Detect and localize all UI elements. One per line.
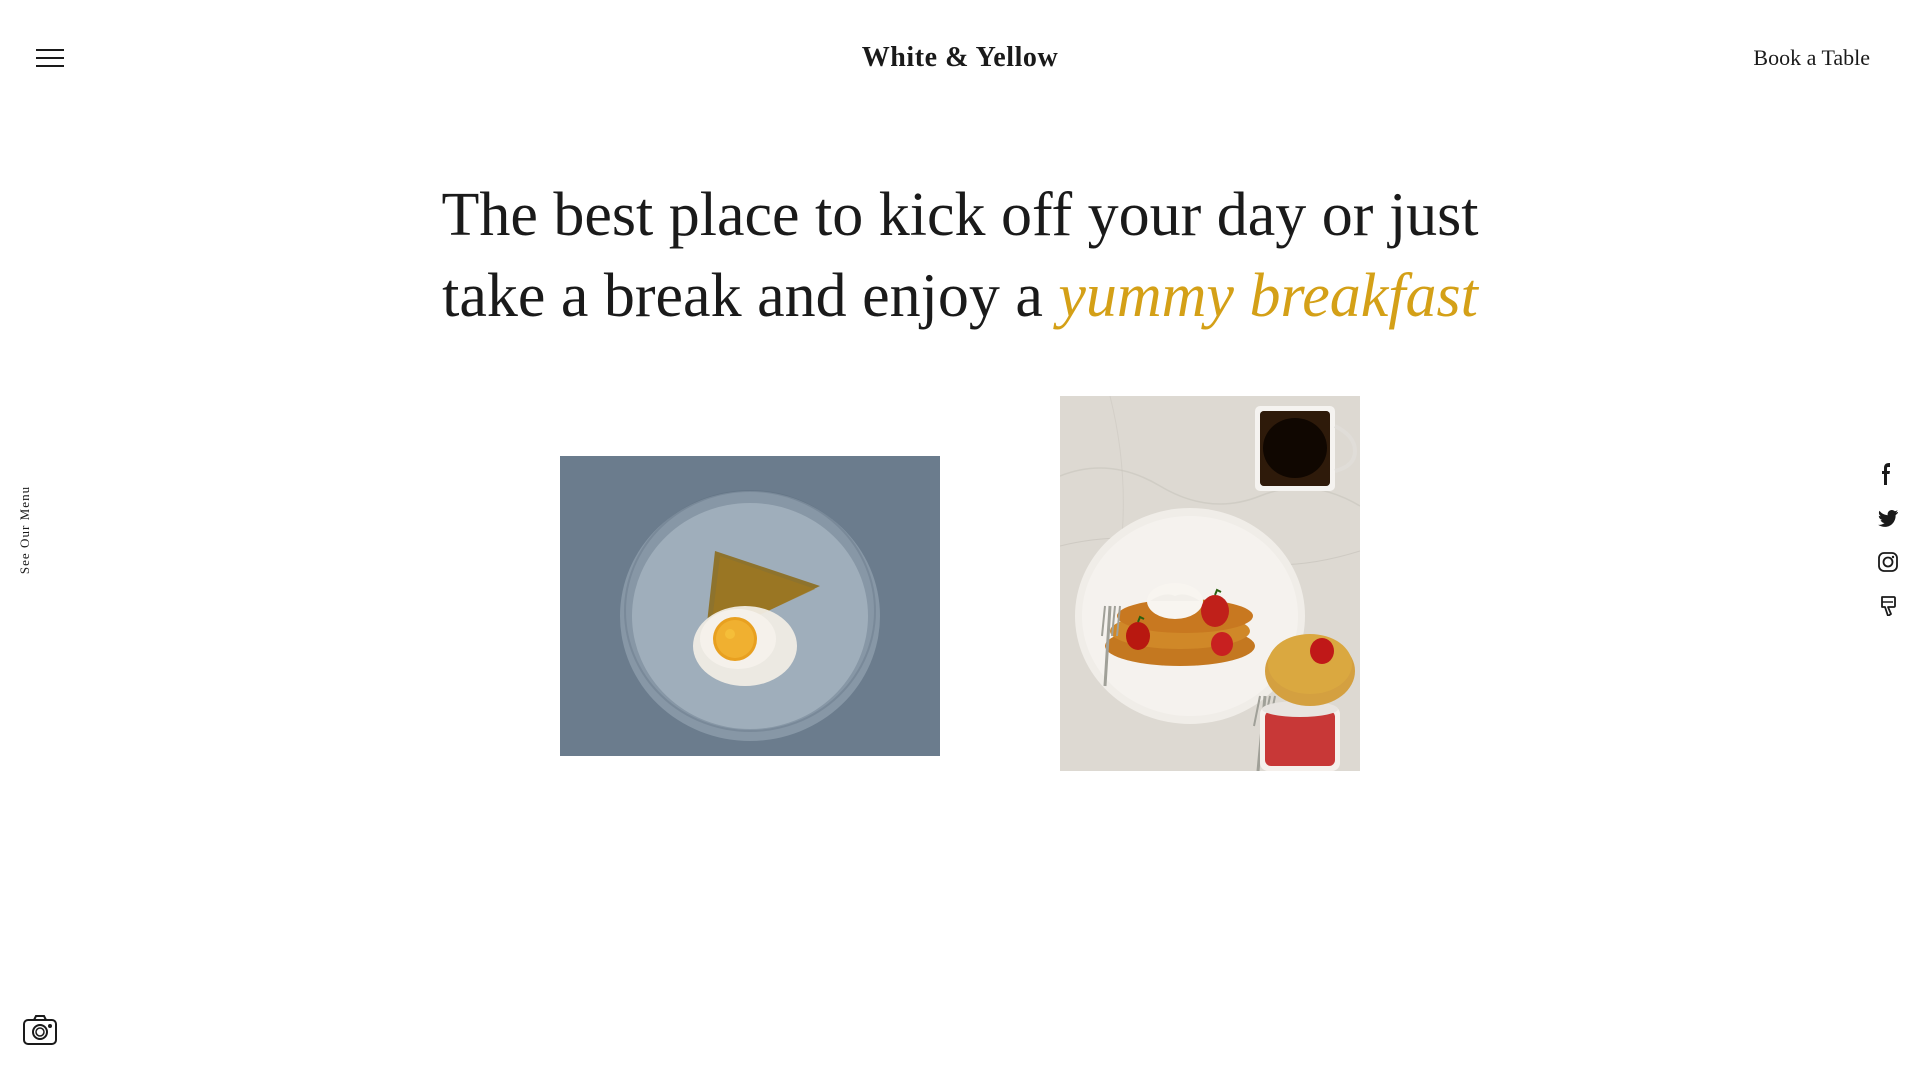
headline-part1: The best place to kick off your day or j…: [441, 181, 1478, 249]
hamburger-menu-button[interactable]: [36, 49, 64, 67]
hero-section: The best place to kick off your day or j…: [0, 115, 1920, 386]
main-content: The best place to kick off your day or j…: [0, 0, 1920, 1080]
site-title: White & Yellow: [862, 42, 1059, 74]
hamburger-line-1: [36, 49, 64, 51]
hero-headline: The best place to kick off your day or j…: [200, 175, 1720, 336]
hamburger-line-2: [36, 57, 64, 59]
camera-icon[interactable]: [20, 1010, 60, 1050]
site-header: White & Yellow Book a Table: [0, 0, 1920, 115]
food-image-right: [1060, 396, 1360, 771]
foursquare-icon[interactable]: [1876, 594, 1900, 618]
twitter-icon[interactable]: [1876, 506, 1900, 530]
instagram-icon[interactable]: [1876, 550, 1900, 574]
food-image-left: [560, 456, 940, 756]
see-menu-link[interactable]: See Our Menu: [17, 486, 33, 574]
hamburger-line-3: [36, 65, 64, 67]
left-sidebar: See Our Menu: [0, 466, 50, 614]
headline-part2: take a break and enjoy a: [442, 262, 1058, 330]
food-images-section: [0, 396, 1920, 771]
book-table-link[interactable]: Book a Table: [1753, 45, 1870, 71]
right-social-sidebar: [1876, 462, 1900, 618]
headline-highlight: yummy breakfast: [1058, 262, 1478, 330]
facebook-icon[interactable]: [1876, 462, 1900, 486]
